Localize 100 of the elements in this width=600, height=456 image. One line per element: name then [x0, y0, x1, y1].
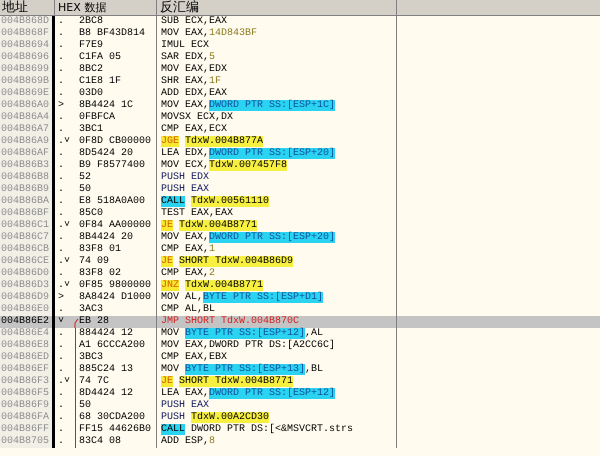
instruction: PUSH TdxW.00A2CD30	[161, 412, 270, 423]
branch-marker: .	[58, 352, 64, 363]
hex-cell: 0F85 9800000	[79, 280, 152, 291]
branch-marker: .	[58, 160, 64, 171]
instruction: CMP EAX,2	[161, 268, 216, 279]
instruction: JE SHORT TdxW.004B8771	[161, 376, 294, 387]
instruction: MOV EAX,DWORD PTR SS:[ESP+20]	[161, 232, 336, 243]
hex-cell: 885C24 13	[79, 364, 134, 375]
branch-marker: .˅	[58, 256, 70, 267]
address-cell: 004B86E4	[1, 328, 50, 339]
branch-marker: >	[58, 100, 64, 111]
branch-marker: .	[58, 424, 64, 435]
hex-cell: B8 BF43D814	[79, 28, 146, 39]
column-header[interactable]: 反汇编	[160, 0, 199, 15]
instruction: MOVSX ECX,DX	[161, 112, 234, 123]
hex-cell: 0F84 AA00000	[79, 220, 152, 231]
branch-marker: .	[58, 208, 64, 219]
address-cell: 004B86D0	[1, 268, 50, 279]
address-cell: 004B86EF	[1, 364, 50, 375]
address-cell: 004B86B8	[1, 172, 50, 183]
address-cell: 004B8705	[1, 436, 50, 447]
address-cell: 004B86D3	[1, 280, 50, 291]
hex-cell: 3AC3	[79, 304, 104, 315]
address-cell: 004B869E	[1, 88, 50, 99]
branch-marker: .˅	[58, 376, 70, 387]
hex-cell: 8A8424 D1000	[79, 292, 152, 303]
hex-cell: C1FA 05	[79, 52, 122, 63]
branch-marker: .˅	[58, 136, 70, 147]
instruction: CALL TdxW.00561110	[161, 196, 270, 207]
hex-cell: B9 F8577400	[79, 160, 146, 171]
address-cell: 004B86B9	[1, 184, 50, 195]
column-header[interactable]: 地址	[2, 0, 28, 15]
branch-marker: .	[58, 112, 64, 123]
code-row[interactable]: 004B86F5 . 8D4424 12 LEA EAX,DWORD PTR SS:[ESP+12]	[0, 388, 600, 400]
branch-marker: .˅	[58, 280, 70, 291]
branch-marker: .	[58, 304, 64, 315]
address-cell: 004B86F5	[1, 388, 50, 399]
column-header[interactable]: HEX 数据	[58, 0, 106, 16]
code-row[interactable]: 004B86A0 > 8B4424 1C MOV EAX,DWORD PTR SS:[ESP+1C]	[0, 100, 600, 112]
branch-marker: .	[58, 364, 64, 375]
instruction: MOV EAX,DWORD PTR SS:[ESP+1C]	[161, 100, 336, 111]
branch-marker: .	[58, 40, 64, 51]
instruction: JMP SHORT TdxW.004B870C	[161, 316, 300, 327]
instruction: IMUL ECX	[161, 40, 210, 51]
instruction: JE SHORT TdxW.004B86D9	[161, 256, 294, 267]
address-cell: 004B868D	[1, 16, 50, 27]
code-row[interactable]: 004B86B3 . B9 F8577400 MOV ECX,TdxW.007457F8	[0, 160, 600, 172]
address-cell: 004B86CB	[1, 244, 50, 255]
hex-cell: 8B4424 1C	[79, 100, 134, 111]
address-cell: 004B868F	[1, 28, 50, 39]
instruction: PUSH EDX	[161, 172, 210, 183]
branch-marker: .	[58, 124, 64, 135]
instruction: PUSH EAX	[161, 184, 210, 195]
code-row[interactable]: 004B86E2 ˅ EB 28 JMP SHORT TdxW.004B870C	[0, 316, 600, 328]
branch-marker: .	[58, 268, 64, 279]
branch-marker: .	[58, 400, 64, 411]
hex-cell: 50	[79, 184, 92, 195]
hex-cell: 2BC8	[79, 16, 104, 27]
address-cell: 004B86B3	[1, 160, 50, 171]
hex-cell: 74 09	[79, 256, 110, 267]
instruction: JNZ TdxW.004B8771	[161, 280, 264, 291]
address-cell: 004B86AF	[1, 148, 50, 159]
code-row[interactable]: 004B86C7 . 8B4424 20 MOV EAX,DWORD PTR SS:[ESP+20]	[0, 232, 600, 244]
branch-marker: .˅	[58, 220, 70, 231]
address-cell: 004B86E2	[1, 316, 50, 327]
hex-cell: C1E8 1F	[79, 76, 122, 87]
code-row[interactable]: 004B86E4 . 884424 12 MOV BYTE PTR SS:[ESP+12],AL	[0, 328, 600, 340]
hex-cell: 68 30CDA200	[79, 412, 146, 423]
instruction: ADD EDX,EAX	[161, 88, 228, 99]
instruction: CALL DWORD PTR DS:[<&MSVCRT.strs	[161, 424, 354, 435]
address-cell: 004B86FA	[1, 412, 50, 423]
hex-cell: 0FBFCA	[79, 112, 116, 123]
hex-cell: 3BC1	[79, 124, 104, 135]
address-cell: 004B86E8	[1, 340, 50, 351]
code-row[interactable]: 004B86CE .˅ 74 09 JE SHORT TdxW.004B86D9	[0, 256, 600, 268]
branch-marker: .	[58, 328, 64, 339]
address-cell: 004B86A7	[1, 124, 50, 135]
hex-cell: 83C4 08	[79, 436, 122, 447]
instruction: CMP EAX,EBX	[161, 352, 228, 363]
instruction: JGE TdxW.004B877A	[161, 136, 264, 147]
branch-marker: .	[58, 16, 64, 27]
branch-marker: .	[58, 184, 64, 195]
branch-marker: .	[58, 28, 64, 39]
hex-cell: 8B4424 20	[79, 232, 134, 243]
instruction: CMP AL,BL	[161, 304, 216, 315]
hex-cell: 03D0	[79, 88, 104, 99]
hex-cell: 50	[79, 400, 92, 411]
branch-marker: .	[58, 76, 64, 87]
code-row[interactable]: 004B86D9 > 8A8424 D1000 MOV AL,BYTE PTR SS:[ESP+D1]	[0, 292, 600, 304]
instruction: SUB ECX,EAX	[161, 16, 228, 27]
hex-cell: 8D5424 20	[79, 148, 134, 159]
instruction: LEA EDX,DWORD PTR SS:[ESP+20]	[161, 148, 336, 159]
code-row[interactable]: 004B8705 . 83C4 08 ADD ESP,8	[0, 436, 600, 448]
hex-cell: 0F8D CB00000	[79, 136, 152, 147]
address-cell: 004B8699	[1, 64, 50, 75]
hex-cell: 74 7C	[79, 376, 110, 387]
branch-marker: .	[58, 148, 64, 159]
code-row[interactable]: 004B86BA . E8 518A0A00 CALL TdxW.00561110	[0, 196, 600, 208]
hex-cell: 3BC3	[79, 352, 104, 363]
branch-marker: .	[58, 412, 64, 423]
